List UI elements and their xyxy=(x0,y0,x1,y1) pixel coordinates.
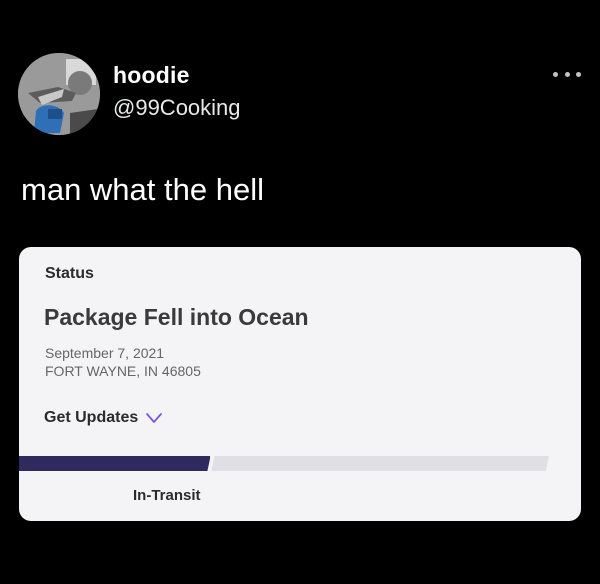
shipment-progress-bar xyxy=(19,456,549,471)
status-date: September 7, 2021 xyxy=(45,345,165,361)
get-updates-label: Get Updates xyxy=(44,409,139,426)
progress-fill xyxy=(19,456,210,471)
more-horizontal-icon-dot xyxy=(564,71,570,77)
status-section-label: Status xyxy=(45,265,94,282)
more-horizontal-icon xyxy=(553,71,558,77)
tweet-text: man what the hell xyxy=(21,172,264,207)
get-updates-button[interactable]: Get Updates xyxy=(44,409,164,427)
shipment-status-card[interactable]: Status Package Fell into Ocean September… xyxy=(19,247,581,521)
author-name[interactable]: hoodie xyxy=(113,62,190,89)
chevron-down-icon xyxy=(146,413,163,423)
status-headline: Package Fell into Ocean xyxy=(44,304,309,330)
author-handle[interactable]: @99Cooking xyxy=(113,95,241,121)
more-horizontal-icon-dot xyxy=(576,71,581,77)
progress-stage-label: In-Transit xyxy=(133,487,201,504)
more-options-button[interactable] xyxy=(553,66,581,82)
status-location: FORT WAYNE, IN 46805 xyxy=(45,363,201,379)
avatar[interactable] xyxy=(18,53,100,135)
tweet: hoodie @99Cooking man what the hell Stat… xyxy=(0,0,600,584)
avatar-photo-icon xyxy=(18,53,100,135)
